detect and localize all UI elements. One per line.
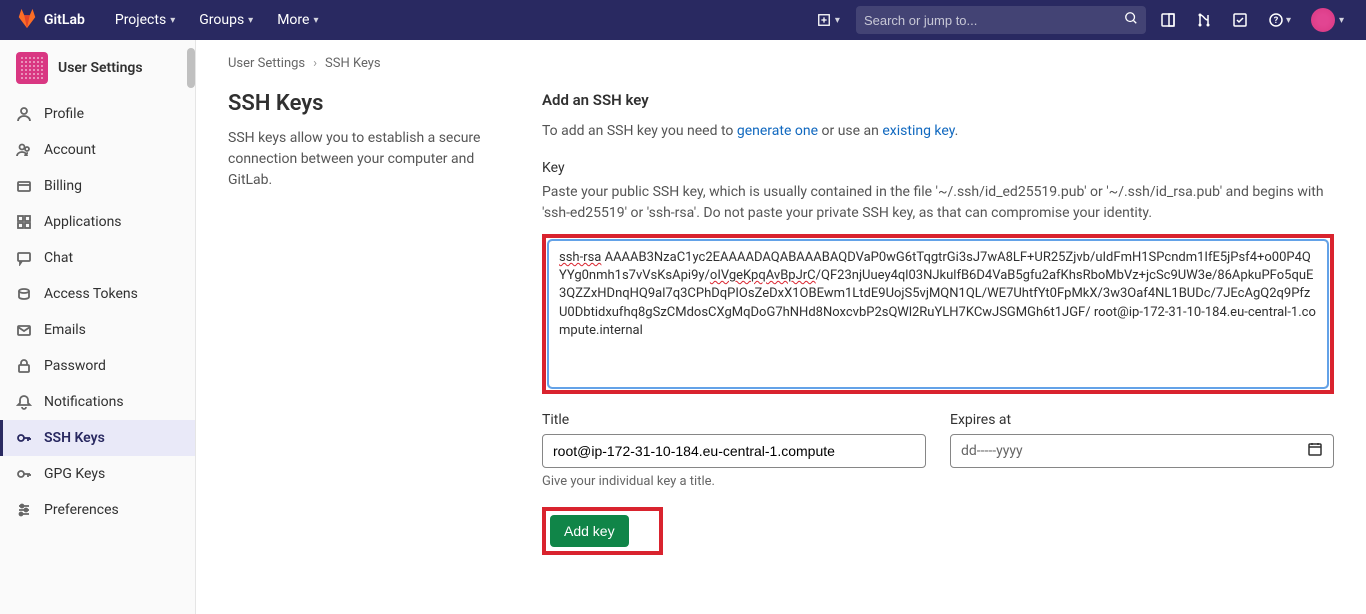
sidebar-item-label: Emails: [44, 322, 86, 338]
issues-icon[interactable]: [1154, 6, 1182, 34]
expires-column: Expires at dd-----yyyy: [950, 412, 1334, 489]
search-input[interactable]: [864, 13, 1124, 28]
sidebar-item-label: Preferences: [44, 502, 119, 518]
generate-key-link[interactable]: generate one: [737, 123, 818, 139]
calendar-icon: [1307, 441, 1323, 461]
title-input[interactable]: [542, 434, 926, 468]
sidebar-item-preferences[interactable]: Preferences: [0, 492, 195, 528]
page-container: User Settings Profile Account Billing Appli…: [0, 40, 1366, 614]
navbar-left: GitLab Projects▾ Groups▾ More▾: [16, 4, 328, 36]
right-column: Add an SSH key To add an SSH key you nee…: [542, 91, 1334, 555]
search-icon: [1124, 11, 1138, 29]
content-row: SSH Keys SSH keys allow you to establish…: [228, 91, 1334, 555]
gitlab-logo[interactable]: GitLab: [16, 7, 85, 33]
bell-icon: [16, 394, 32, 410]
nav-more[interactable]: More▾: [267, 4, 328, 36]
sidebar-item-billing[interactable]: Billing: [0, 168, 195, 204]
chevron-down-icon: ▾: [313, 15, 318, 26]
main-content: User Settings › SSH Keys SSH Keys SSH ke…: [196, 40, 1366, 614]
brand-text: GitLab: [44, 12, 85, 28]
sidebar-item-label: Chat: [44, 250, 73, 266]
page-subtitle: SSH keys allow you to establish a secure…: [228, 128, 518, 191]
email-icon: [16, 322, 32, 338]
todos-icon[interactable]: [1226, 6, 1254, 34]
chevron-down-icon: ▾: [170, 15, 175, 26]
sidebar-item-label: Password: [44, 358, 106, 374]
key-textarea-highlight: ssh-rsa AAAAB3NzaC1yc2EAAAADAQABAAABAQDV…: [542, 234, 1334, 394]
merge-requests-icon[interactable]: [1190, 6, 1218, 34]
nav-projects[interactable]: Projects▾: [105, 4, 185, 36]
form-intro: To add an SSH key you need to generate o…: [542, 121, 1334, 142]
chevron-down-icon: ▾: [1339, 15, 1344, 26]
key-icon: [16, 466, 32, 482]
user-menu[interactable]: ▾: [1305, 2, 1350, 38]
search-box[interactable]: [856, 6, 1146, 34]
left-column: SSH Keys SSH keys allow you to establish…: [228, 91, 518, 555]
chevron-down-icon: ▾: [835, 15, 840, 26]
svg-text:?: ?: [1274, 16, 1279, 26]
sidebar-title: User Settings: [58, 60, 143, 76]
apps-icon: [16, 214, 32, 230]
form-heading: Add an SSH key: [542, 91, 1334, 109]
sidebar-item-label: Billing: [44, 178, 82, 194]
account-icon: [16, 142, 32, 158]
new-button[interactable]: ▾: [809, 9, 848, 31]
sidebar-item-chat[interactable]: Chat: [0, 240, 195, 276]
breadcrumb-current: SSH Keys: [325, 56, 381, 71]
prefs-icon: [16, 502, 32, 518]
scrollbar-thumb[interactable]: [187, 48, 195, 88]
key-help-text: Paste your public SSH key, which is usua…: [542, 182, 1334, 224]
sidebar-item-profile[interactable]: Profile: [0, 96, 195, 132]
sidebar-item-ssh-keys[interactable]: SSH Keys: [0, 420, 195, 456]
sidebar-item-label: Account: [44, 142, 96, 158]
gitlab-icon: [16, 7, 38, 33]
user-avatar: [16, 52, 48, 84]
sidebar-item-notifications[interactable]: Notifications: [0, 384, 195, 420]
chevron-down-icon: ▾: [248, 15, 253, 26]
sidebar-item-label: GPG Keys: [44, 466, 105, 482]
title-label: Title: [542, 412, 926, 428]
sidebar-item-emails[interactable]: Emails: [0, 312, 195, 348]
sidebar-item-access-tokens[interactable]: Access Tokens: [0, 276, 195, 312]
sidebar-item-account[interactable]: Account: [0, 132, 195, 168]
breadcrumb-root[interactable]: User Settings: [228, 56, 305, 71]
avatar-icon: [1311, 8, 1335, 32]
breadcrumb: User Settings › SSH Keys: [228, 56, 1334, 71]
sidebar-item-password[interactable]: Password: [0, 348, 195, 384]
nav-groups[interactable]: Groups▾: [189, 4, 263, 36]
expires-label: Expires at: [950, 412, 1334, 428]
navbar-right: ▾ ?▾ ▾: [809, 2, 1350, 38]
profile-icon: [16, 106, 32, 122]
key-label: Key: [542, 160, 1334, 176]
billing-icon: [16, 178, 32, 194]
form-row: Title Give your individual key a title. …: [542, 412, 1334, 489]
submit-highlight: Add key: [542, 507, 663, 555]
key-icon: [16, 430, 32, 446]
key-textarea[interactable]: ssh-rsa AAAAB3NzaC1yc2EAAAADAQABAAABAQDV…: [548, 240, 1328, 388]
help-icon[interactable]: ?▾: [1262, 6, 1297, 34]
sidebar-item-applications[interactable]: Applications: [0, 204, 195, 240]
expires-placeholder: dd-----yyyy: [961, 443, 1023, 459]
add-key-button[interactable]: Add key: [550, 515, 629, 547]
chevron-down-icon: ▾: [1286, 15, 1291, 26]
title-column: Title Give your individual key a title.: [542, 412, 926, 489]
chevron-right-icon: ›: [313, 56, 317, 71]
sidebar-item-label: Profile: [44, 106, 84, 122]
sidebar-header: User Settings: [0, 40, 195, 96]
token-icon: [16, 286, 32, 302]
chat-icon: [16, 250, 32, 266]
sidebar: User Settings Profile Account Billing Appli…: [0, 40, 196, 614]
title-hint: Give your individual key a title.: [542, 474, 926, 489]
expires-input[interactable]: dd-----yyyy: [950, 434, 1334, 468]
sidebar-item-label: Access Tokens: [44, 286, 138, 302]
sidebar-item-label: Applications: [44, 214, 122, 230]
top-navbar: GitLab Projects▾ Groups▾ More▾ ▾ ?▾ ▾: [0, 0, 1366, 40]
sidebar-item-label: Notifications: [44, 394, 124, 410]
existing-key-link[interactable]: existing key: [882, 123, 954, 139]
lock-icon: [16, 358, 32, 374]
page-title: SSH Keys: [228, 91, 518, 116]
sidebar-item-label: SSH Keys: [44, 430, 105, 446]
sidebar-item-gpg-keys[interactable]: GPG Keys: [0, 456, 195, 492]
